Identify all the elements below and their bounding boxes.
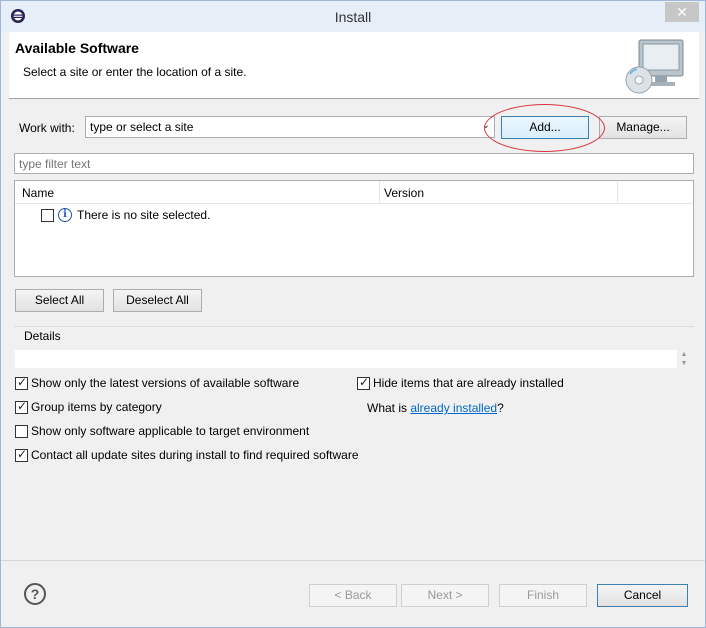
column-divider[interactable]: [379, 181, 380, 204]
title-bar: Install ✕: [1, 1, 705, 32]
show-latest-label[interactable]: Show only the latest versions of availab…: [31, 376, 299, 390]
page-description: Select a site or enter the location of a…: [23, 65, 247, 79]
group-by-category-label[interactable]: Group items by category: [31, 400, 162, 414]
help-icon[interactable]: ?: [24, 583, 46, 605]
close-icon: ✕: [676, 4, 688, 20]
back-button[interactable]: < Back: [309, 584, 397, 607]
next-button[interactable]: Next >: [401, 584, 489, 607]
what-is-installed-text: What is already installed?: [367, 401, 504, 415]
manage-button[interactable]: Manage...: [599, 116, 687, 139]
column-version[interactable]: Version: [384, 186, 424, 200]
table-row[interactable]: i There is no site selected.: [15, 205, 693, 225]
filter-input[interactable]: [14, 153, 694, 174]
deselect-all-button[interactable]: Deselect All: [113, 289, 202, 312]
chevron-down-icon[interactable]: ⌄: [482, 120, 490, 131]
column-divider[interactable]: [617, 181, 618, 204]
column-name[interactable]: Name: [22, 186, 54, 200]
group-by-category-checkbox[interactable]: [15, 399, 28, 414]
show-applicable-checkbox[interactable]: [15, 425, 28, 438]
close-button[interactable]: ✕: [665, 2, 699, 22]
contact-all-sites-checkbox[interactable]: [15, 447, 28, 462]
show-applicable-label[interactable]: Show only software applicable to target …: [31, 424, 309, 438]
hide-installed-checkbox[interactable]: [357, 375, 370, 390]
window-title: Install: [334, 9, 372, 25]
contact-all-sites-label[interactable]: Contact all update sites during install …: [31, 448, 359, 462]
cancel-button[interactable]: Cancel: [597, 584, 688, 607]
details-scrollbar[interactable]: ▲ ▼: [677, 350, 691, 368]
select-all-button[interactable]: Select All: [15, 289, 104, 312]
info-icon: i: [58, 208, 72, 222]
page-title: Available Software: [15, 40, 139, 56]
finish-button[interactable]: Finish: [499, 584, 587, 607]
table-header: Name Version: [15, 181, 693, 204]
details-text-area[interactable]: ▲ ▼: [15, 350, 691, 368]
details-label: Details: [22, 329, 63, 343]
hide-installed-label[interactable]: Hide items that are already installed: [373, 376, 564, 390]
wizard-header: Available Software Select a site or ente…: [9, 32, 699, 99]
install-dialog: Install ✕ Available Software Select a si…: [0, 0, 706, 628]
install-cd-monitor-icon: [625, 39, 684, 94]
work-with-label: Work with:: [19, 121, 75, 135]
row-text: There is no site selected.: [77, 208, 211, 222]
footer-divider: [1, 560, 705, 561]
already-installed-link[interactable]: already installed: [410, 401, 497, 415]
work-with-combo[interactable]: type or select a site ⌄: [85, 116, 495, 138]
show-latest-checkbox[interactable]: [15, 375, 28, 390]
add-button[interactable]: Add...: [501, 116, 589, 139]
work-with-value[interactable]: type or select a site: [90, 120, 193, 134]
row-checkbox[interactable]: [41, 209, 54, 222]
software-table: Name Version i There is no site selected…: [14, 180, 694, 277]
